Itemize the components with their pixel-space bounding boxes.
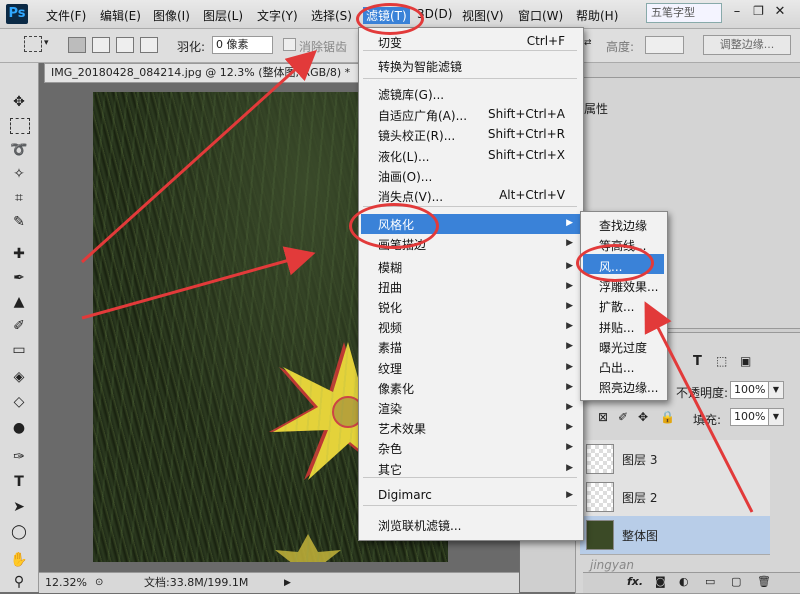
annotation-arrows (80, 49, 754, 513)
annotation-arrow (81, 246, 316, 320)
annotation-arrow (644, 301, 754, 513)
annotation-arrow (80, 49, 317, 264)
